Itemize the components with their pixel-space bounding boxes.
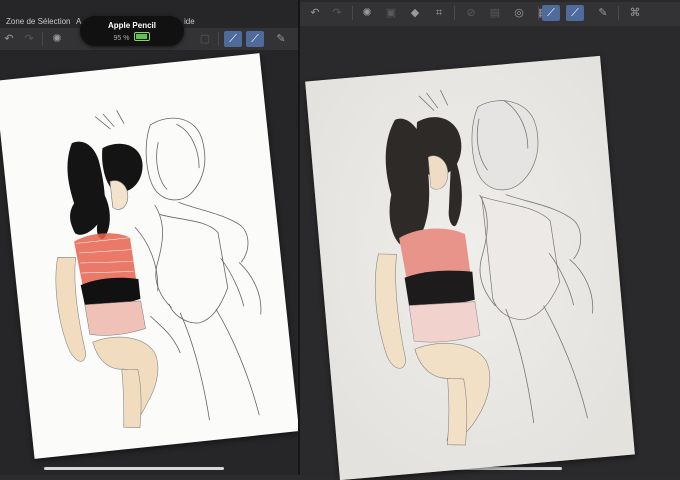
undo-icon[interactable]: ↶ (0, 31, 18, 47)
layer-icon[interactable]: ▤ (486, 5, 504, 21)
color-icon[interactable]: ◎ (510, 5, 528, 21)
transform-icon[interactable]: ⌗ (430, 5, 448, 21)
brush-icon[interactable]: ⟋ (224, 31, 242, 47)
toolbar-divider (42, 32, 43, 46)
clear-icon[interactable]: ⊘ (462, 5, 480, 21)
right-canvas[interactable] (305, 55, 635, 480)
fill-icon[interactable]: ◆ (406, 5, 424, 21)
toolbar-divider (538, 6, 539, 20)
colored-drawing (305, 55, 635, 480)
redo-icon[interactable]: ↷ (20, 31, 38, 47)
toolbar-divider (618, 6, 619, 20)
undo-icon[interactable]: ↶ (306, 5, 324, 21)
pencil-battery: 95 % (80, 32, 184, 42)
toolbar-divider (218, 32, 219, 46)
left-app-pane: Zone de Sélection A ide ↶ ↷ ✺ ▢ ⟋ ⟋ ✎ Ap… (0, 0, 298, 475)
menu-selection[interactable]: Zone de Sélection (6, 17, 71, 26)
toolbar-divider (352, 6, 353, 20)
menu-help-partial[interactable]: ide (184, 17, 195, 26)
smudge-icon[interactable]: ⟋ (246, 31, 264, 47)
toolbar-divider (454, 6, 455, 20)
eraser-icon[interactable]: ✎ (594, 5, 612, 21)
smudge-icon[interactable]: ⟋ (566, 5, 584, 21)
right-toolbar: ↶ ↷ ✺ ▣ ◆ ⌗ ⊘ ▤ ◎ ▦ ⟋ ⟋ ✎ ⌘ (300, 2, 680, 26)
eraser-icon[interactable]: ✎ (272, 31, 290, 47)
lineart-drawing (55, 110, 262, 428)
home-indicator[interactable] (44, 467, 224, 470)
transform-icon[interactable]: ▢ (196, 31, 214, 47)
apple-pencil-status: Apple Pencil 95 % (80, 16, 184, 46)
copy-icon[interactable]: ▣ (382, 5, 400, 21)
pencil-name: Apple Pencil (107, 21, 156, 30)
battery-text: 95 % (113, 35, 130, 42)
battery-icon (134, 32, 151, 41)
redo-icon[interactable]: ↷ (328, 5, 346, 21)
selection-icon[interactable]: ✺ (358, 5, 376, 21)
selection-icon[interactable]: ✺ (48, 31, 66, 47)
brush-icon[interactable]: ⟋ (542, 5, 560, 21)
left-canvas[interactable] (0, 53, 298, 459)
layers-panel-icon[interactable]: ⌘ (626, 5, 644, 21)
